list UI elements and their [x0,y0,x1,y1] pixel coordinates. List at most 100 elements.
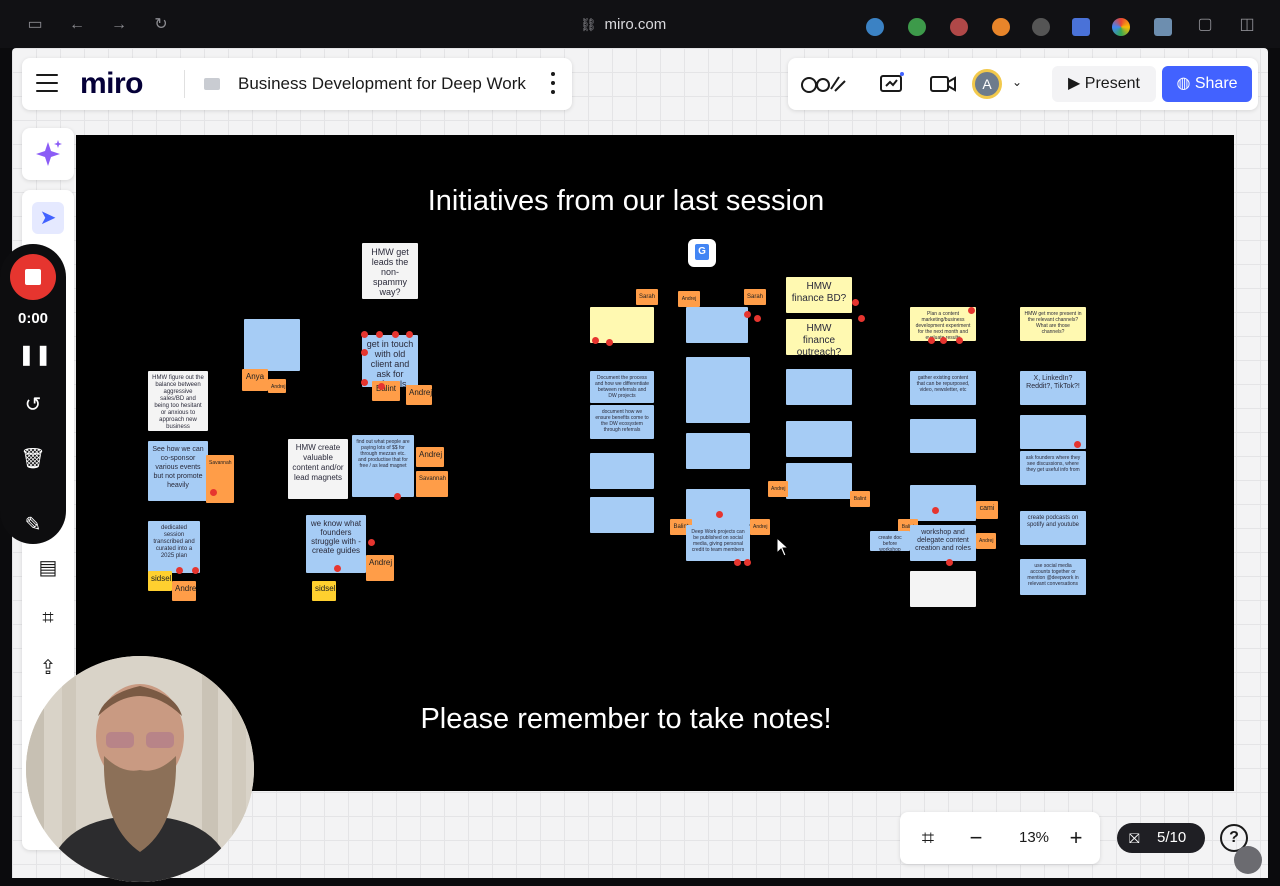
zoom-in-button[interactable]: + [1062,824,1090,852]
upload-tool-icon[interactable]: ⇪ [32,652,64,684]
extension-icon-6[interactable] [1072,18,1090,36]
sticky-note[interactable] [910,571,976,607]
brain-icon[interactable] [1234,846,1262,874]
sticky-note[interactable] [910,419,976,453]
sticky-note-hmw-balance[interactable]: HMW figure out the balance between aggre… [148,371,208,431]
frame-tool-icon[interactable]: ⌗ [32,602,64,634]
sticky-note-find-people[interactable]: find out what people are paying lots of … [352,435,414,497]
sticky-note[interactable] [686,307,748,343]
vote-dot [956,337,963,344]
frame-title: Initiatives from our last session [427,185,825,217]
extension-icon-2[interactable] [908,18,926,36]
split-view-icon[interactable]: ◫ [1238,16,1256,34]
board-title[interactable]: Business Development for Deep Work [238,72,526,96]
extension-icon-1[interactable] [866,18,884,36]
zoom-level[interactable]: 13% [1014,826,1054,850]
comment-tool-icon[interactable]: ▤ [32,552,64,584]
fit-to-screen-icon[interactable]: ⌗ [914,824,942,852]
sticky-note-touch-old-client[interactable]: get in touch with old client and ask for… [362,335,418,387]
sticky-note[interactable] [590,307,654,343]
sticky-note[interactable] [786,463,852,499]
reload-icon[interactable]: ↻ [152,16,170,34]
vote-dot [392,331,399,338]
menu-icon[interactable] [36,74,58,94]
vote-dot [716,511,723,518]
sticky-note-hmw-finance-bd[interactable]: HMW finance BD? [786,277,852,313]
sticky-note-hmw-finance-outreach[interactable]: HMW finance outreach? [786,319,852,355]
sticky-note-workshop-delegate[interactable]: workshop and delegate content creation a… [910,525,976,561]
presenter-image [26,656,254,882]
sidebar-toggle-icon[interactable]: ▭ [26,16,44,34]
google-docs-icon[interactable] [688,239,716,267]
webcam-video [26,656,254,882]
sticky-note-ask-founders[interactable]: ask founders where they see discussions,… [1020,451,1086,485]
vote-dot [592,337,599,344]
author-tag: Andrej [366,555,394,581]
forward-icon[interactable]: → [110,16,128,34]
vote-dot [744,559,751,566]
chevron-down-icon[interactable]: ⌄ [1012,75,1022,89]
sticky-note-plan-content[interactable]: Plan a content marketing/business develo… [910,307,976,341]
author-tag: Balint [850,491,870,507]
present-button[interactable]: ▶ Present [1052,66,1156,102]
sticky-note[interactable] [686,489,750,525]
sticky-note[interactable] [590,453,654,489]
globe-icon: ◍ [1176,75,1195,92]
timer-icon[interactable] [876,71,906,97]
sticky-note-x-linkedin[interactable]: X, LinkedIn? Reddit?, TikTok?! [1020,371,1086,405]
vote-dot [376,331,383,338]
video-call-icon[interactable] [928,71,958,97]
extension-icon-3[interactable] [950,18,968,36]
browser-chrome: ▭ ← → ↻ ⛓ miro.com ▢ ◫ [0,0,1280,48]
sticky-note-hmw-present[interactable]: HMW get more present in the relevant cha… [1020,307,1086,341]
user-avatar[interactable]: A [972,69,1002,99]
vote-dot [192,567,199,574]
share-button[interactable]: ◍ Share [1162,66,1252,102]
sticky-note-podcasts[interactable]: create podcasts on spotify and youtube [1020,511,1086,545]
sticky-note[interactable] [244,319,300,371]
sticky-note[interactable] [686,357,750,423]
stop-recording-button[interactable] [10,254,56,300]
trash-icon[interactable]: 🗑 [18,444,48,474]
sticky-note[interactable] [686,433,750,469]
sticky-note-create-doc[interactable]: create doc before workshop [870,531,910,551]
sticky-note[interactable] [786,421,852,457]
sticky-note-deep-work-projects[interactable]: Deep Work projects can be published on s… [686,525,750,561]
author-tag: Sarah [744,289,766,305]
address-bar[interactable]: ⛓ miro.com [580,14,666,36]
vote-dot [734,559,741,566]
sparkle-icon [36,140,62,166]
reactions-icon[interactable] [798,71,850,97]
sticky-note-social-media[interactable]: use social media accounts together or me… [1020,559,1086,595]
restart-icon[interactable]: ↺ [18,390,48,420]
extension-icon-7[interactable] [1112,18,1130,36]
sticky-note-hmw-content[interactable]: HMW create valuable content and/or lead … [288,439,348,499]
ai-assist-button[interactable] [22,128,74,180]
sticky-note-hmw-spammy[interactable]: HMW get leads the non-spammy way? [362,243,418,299]
frame-initiatives[interactable]: Initiatives from our last session HMW ge… [76,135,1234,791]
sticky-note-gather-content[interactable]: gather existing content that can be repu… [910,371,976,405]
sticky-note-document-benefits[interactable]: document how we ensure benefits come to … [590,405,654,439]
sticky-note[interactable] [786,369,852,405]
pause-icon[interactable]: ❚❚ [18,340,52,370]
metamask-icon[interactable] [992,18,1010,36]
sticky-note[interactable] [590,497,654,533]
author-tag: Andrej [750,519,770,535]
extensions-icon[interactable]: ▢ [1196,16,1214,34]
back-icon[interactable]: ← [68,16,86,34]
frames-navigator-button[interactable]: ⛝ 5/10 [1117,823,1205,853]
extension-icon-5[interactable] [1032,18,1050,36]
sticky-note-dedicated-session[interactable]: dedicated session transcribed and curate… [148,521,200,573]
vote-dot [858,315,865,322]
author-tag: Andrej [416,447,444,467]
sticky-note[interactable] [910,485,976,521]
more-options-icon[interactable] [550,72,556,96]
miro-logo[interactable]: miro [80,66,144,102]
sticky-note-co-sponsor[interactable]: See how we can co-sponsor various events… [148,441,208,501]
select-tool-icon[interactable]: ➤ [32,202,64,234]
extension-icon-8[interactable] [1154,18,1172,36]
sticky-note-document-process[interactable]: Document the process and how we differen… [590,371,654,403]
zoom-out-button[interactable]: − [962,824,990,852]
pen-icon[interactable]: ✎ [18,510,48,540]
board-icon [204,78,220,90]
